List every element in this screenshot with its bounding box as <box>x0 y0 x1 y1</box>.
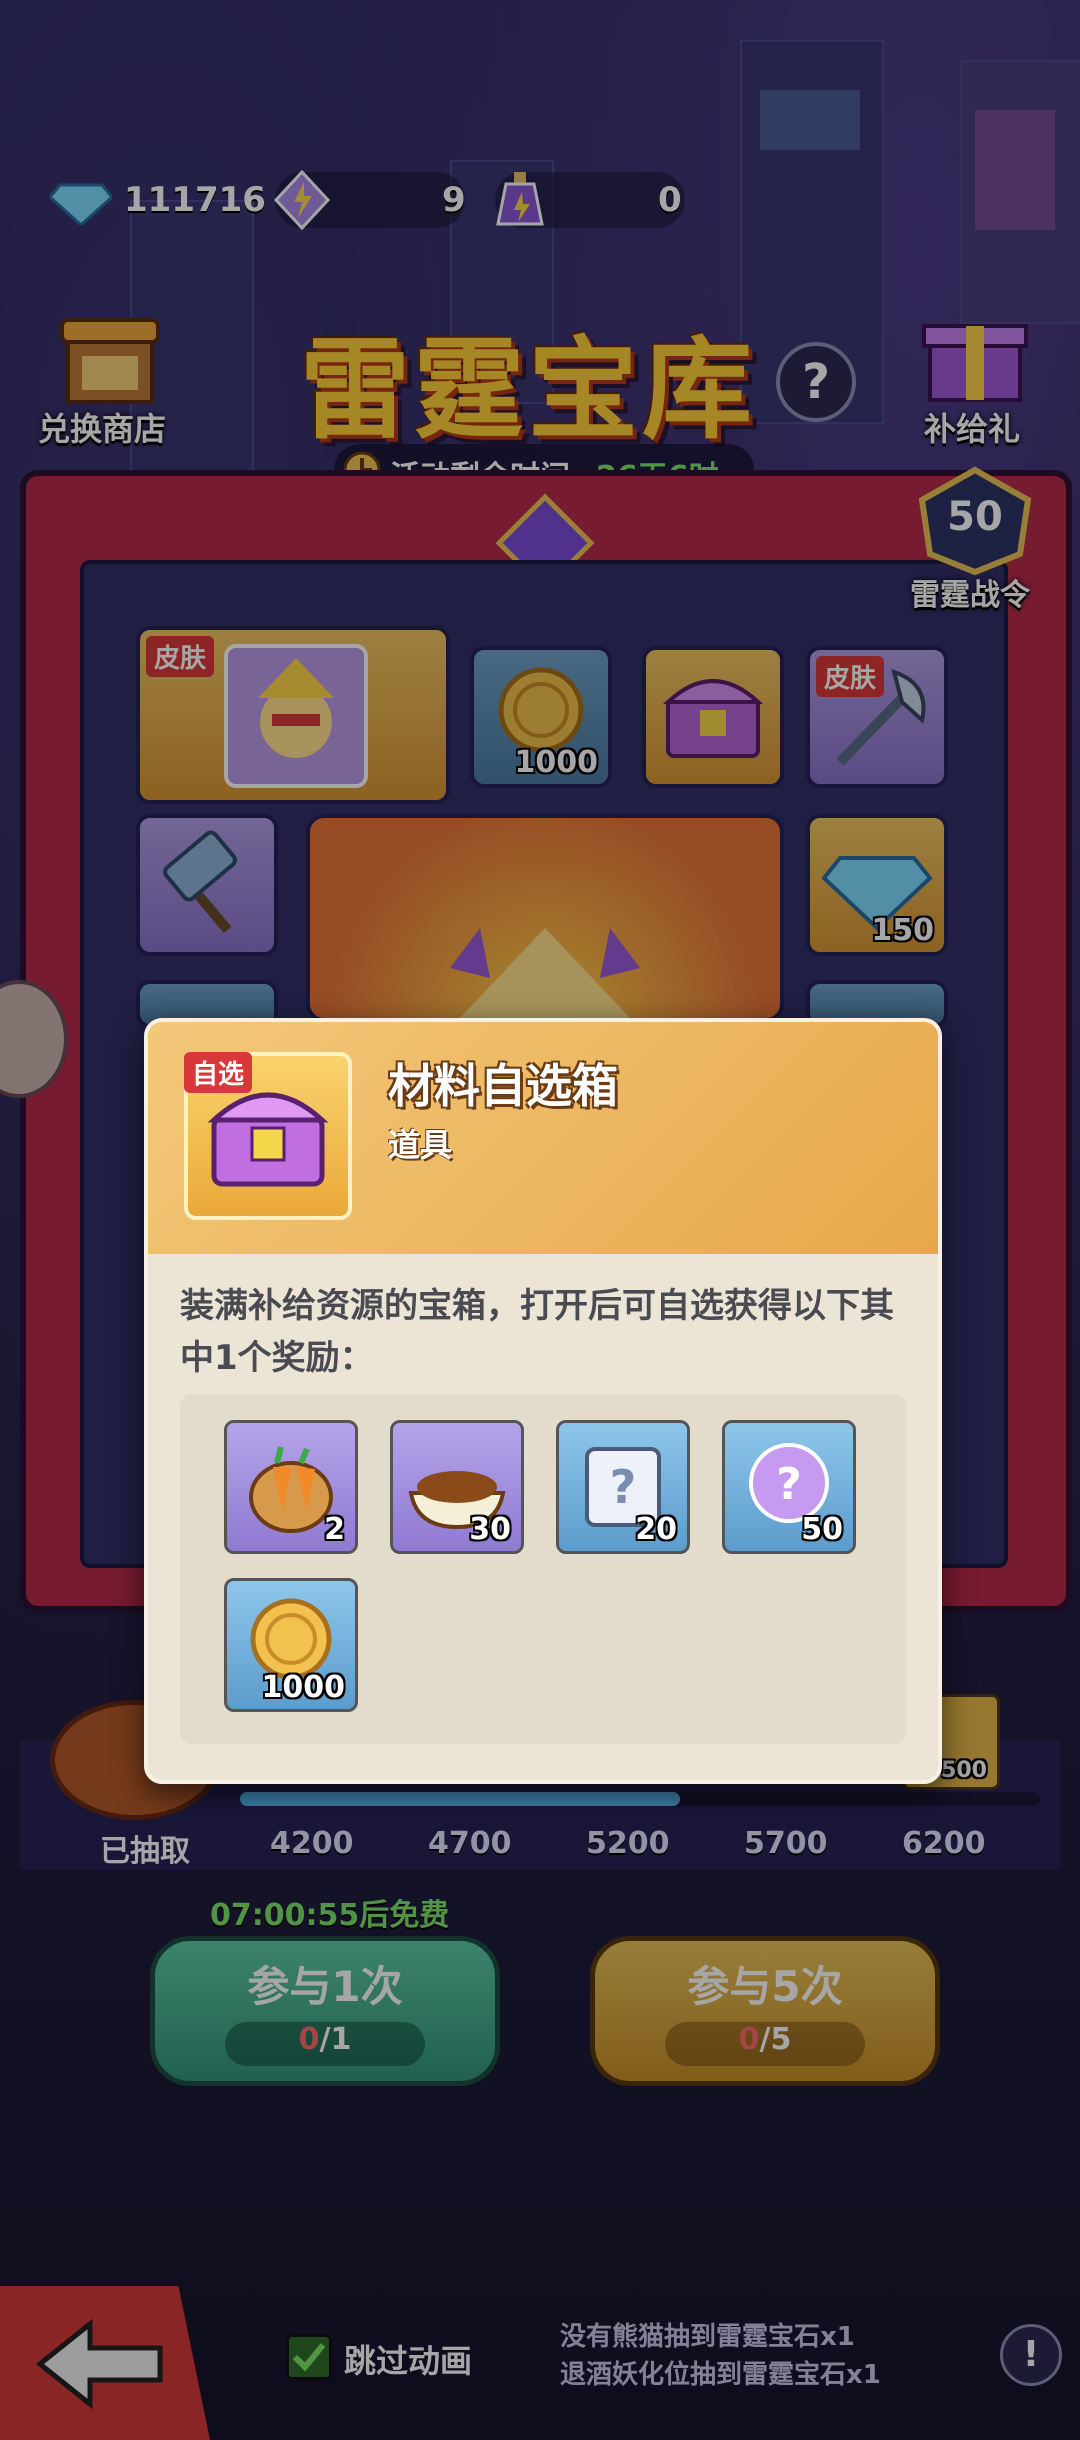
reward-qty: 50 <box>801 1512 843 1547</box>
reward-qty: 2 <box>324 1512 345 1547</box>
reward-option[interactable]: ? 20 <box>556 1420 690 1554</box>
reward-option[interactable]: 2 <box>224 1420 358 1554</box>
reward-option[interactable]: 30 <box>390 1420 524 1554</box>
popup-item-icon: 自选 <box>184 1052 352 1220</box>
reward-options-grid: 2 30 ? 20 ? 50 1000 <box>180 1394 906 1744</box>
reward-option[interactable]: 1000 <box>224 1578 358 1712</box>
popup-subtitle: 道具 <box>388 1126 453 1164</box>
reward-qty: 30 <box>469 1512 511 1547</box>
popup-description: 装满补给资源的宝箱，打开后可自选获得以下其中1个奖励： <box>180 1286 894 1378</box>
reward-option[interactable]: ? 50 <box>722 1420 856 1554</box>
select-tag: 自选 <box>184 1052 253 1093</box>
reward-qty: 1000 <box>261 1670 346 1705</box>
item-detail-popup: 自选 材料自选箱 道具 装满补给资源的宝箱，打开后可自选获得以下其中1个奖励： … <box>144 1018 942 1784</box>
svg-text:?: ? <box>610 1460 637 1514</box>
popup-header: 自选 材料自选箱 道具 <box>148 1022 938 1254</box>
reward-qty: 20 <box>635 1512 677 1547</box>
svg-text:?: ? <box>776 1459 802 1510</box>
popup-title: 材料自选箱 <box>388 1059 618 1113</box>
